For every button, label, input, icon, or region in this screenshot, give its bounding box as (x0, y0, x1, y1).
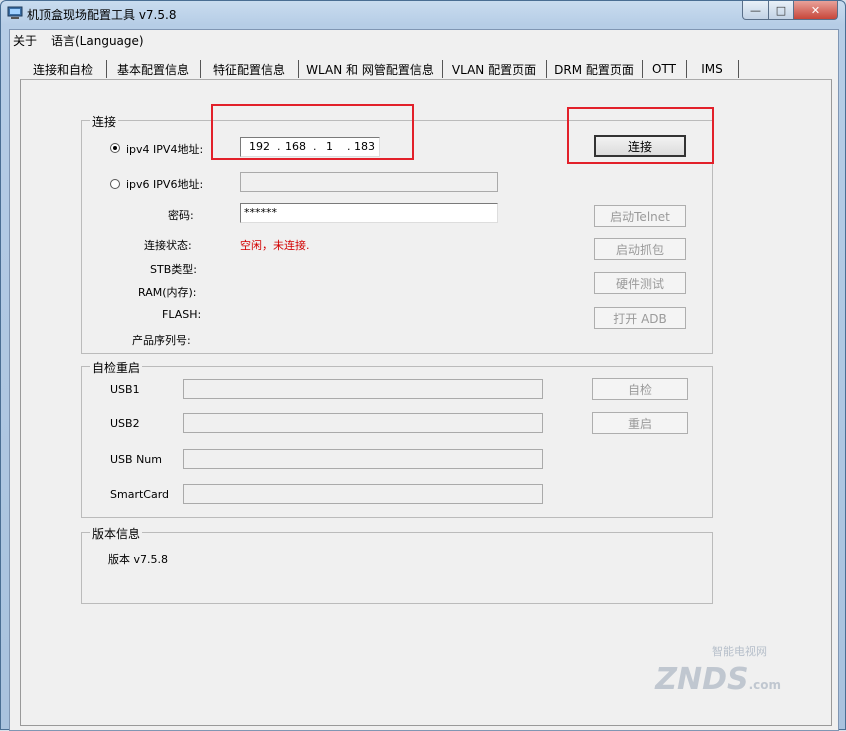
smartcard-field[interactable] (183, 484, 543, 504)
tab-vlan-config[interactable]: VLAN 配置页面 (442, 60, 547, 78)
ram-label: RAM(内存): (138, 286, 197, 299)
status-value: 空闲，未连接. (240, 239, 310, 252)
app-icon (7, 6, 23, 19)
tab-ims[interactable]: IMS (686, 60, 739, 78)
usb2-field[interactable] (183, 413, 543, 433)
selfcheck-button[interactable]: 自检 (592, 378, 688, 400)
tab-drm-config[interactable]: DRM 配置页面 (546, 60, 643, 78)
usb1-label: USB1 (110, 383, 140, 396)
hardware-test-button[interactable]: 硬件测试 (594, 272, 686, 294)
flash-label: FLASH: (162, 308, 202, 321)
usb1-field[interactable] (183, 379, 543, 399)
reboot-button[interactable]: 重启 (592, 412, 688, 434)
minimize-button[interactable]: — (742, 1, 769, 20)
ipv4-highlight-box (211, 104, 414, 160)
window-title: 机顶盒现场配置工具 v7.5.8 (27, 8, 177, 22)
menu-language[interactable]: 语言(Language) (51, 32, 144, 49)
close-button[interactable]: ✕ (793, 1, 838, 20)
ipv4-label: ipv4 IPV4地址: (126, 143, 204, 156)
tab-connect-selfcheck[interactable]: 连接和自检 (20, 60, 107, 78)
title-bar[interactable]: 机顶盒现场配置工具 v7.5.8 — □ ✕ (1, 1, 845, 29)
capture-button[interactable]: 启动抓包 (594, 238, 686, 260)
telnet-button[interactable]: 启动Telnet (594, 205, 686, 227)
serial-label: 产品序列号: (132, 334, 191, 347)
tab-ott[interactable]: OTT (642, 60, 687, 78)
adb-button[interactable]: 打开 ADB (594, 307, 686, 329)
smartcard-label: SmartCard (110, 488, 170, 501)
usb-num-label: USB Num (110, 453, 162, 466)
tab-basic-config[interactable]: 基本配置信息 (106, 60, 201, 78)
tab-panel-connect: 连接 ipv4 IPV4地址: 192 . 168 . 1 . 183 ipv6… (20, 79, 832, 726)
menu-about[interactable]: 关于 (13, 32, 37, 49)
ipv6-radio[interactable] (110, 179, 120, 189)
client-area: 关于 语言(Language) 连接和自检 基本配置信息 特征配置信息 WLAN… (9, 29, 839, 731)
app-window: 机顶盒现场配置工具 v7.5.8 — □ ✕ 关于 语言(Language) 连… (0, 0, 846, 731)
version-group-title: 版本信息 (90, 525, 143, 542)
selfcheck-group: 自检重启 USB1 USB2 USB Num SmartCard 自检 重启 (81, 359, 713, 518)
connect-highlight-box (567, 107, 714, 164)
connect-group-title: 连接 (90, 113, 119, 130)
ipv6-address-field[interactable] (240, 172, 498, 192)
usb2-label: USB2 (110, 417, 140, 430)
ipv6-label: ipv6 IPV6地址: (126, 178, 204, 191)
selfcheck-group-title: 自检重启 (90, 359, 143, 376)
maximize-button[interactable]: □ (768, 1, 794, 20)
version-text: 版本 v7.5.8 (108, 553, 168, 566)
watermark-logo: ZNDS.com (655, 662, 781, 697)
password-label: 密码: (168, 209, 194, 222)
tab-feature-config[interactable]: 特征配置信息 (200, 60, 299, 78)
stb-type-label: STB类型: (150, 263, 197, 276)
usb-num-field[interactable] (183, 449, 543, 469)
ipv4-radio[interactable] (110, 143, 120, 153)
menu-bar: 关于 语言(Language) (10, 30, 838, 50)
password-field[interactable]: ****** (240, 203, 498, 223)
tab-wlan-config[interactable]: WLAN 和 网管配置信息 (298, 60, 443, 78)
version-group: 版本信息 版本 v7.5.8 (81, 525, 713, 604)
status-label: 连接状态: (144, 239, 192, 252)
watermark-subtitle: 智能电视网 (712, 645, 767, 658)
